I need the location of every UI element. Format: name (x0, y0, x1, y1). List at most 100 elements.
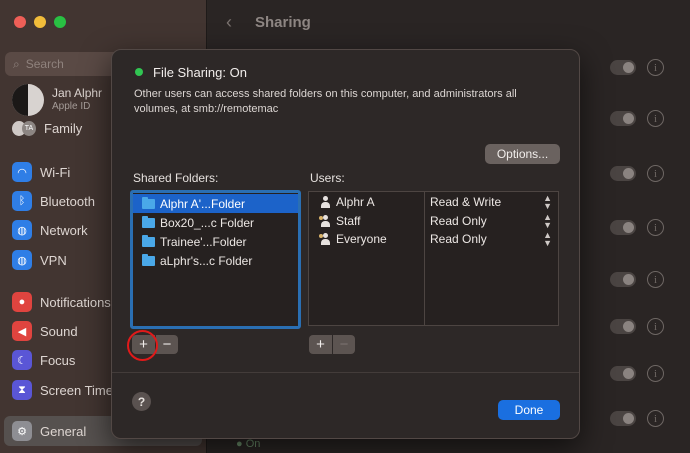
group-icon (319, 214, 332, 227)
bell-icon: ● (12, 292, 32, 312)
sidebar-item-label: Wi-Fi (40, 164, 71, 180)
folder-icon (142, 234, 155, 247)
wifi-icon: ◠ (12, 162, 32, 182)
sidebar-item-notifications[interactable]: ● Notifications (12, 292, 111, 312)
list-item[interactable]: Alphr A'...Folder (133, 194, 298, 213)
info-icon[interactable]: i (647, 410, 664, 427)
sidebar-item-label: Notifications (40, 294, 111, 310)
status-dot-icon (135, 68, 143, 76)
folder-name: Alphr A'...Folder (160, 196, 245, 211)
users-names-column: Alphr A Staff Everyone (309, 192, 425, 325)
help-button[interactable]: ? (132, 392, 151, 411)
gear-icon: ⚙ (12, 421, 32, 441)
service-toggle[interactable] (610, 411, 636, 426)
avatar (12, 84, 44, 116)
sidebar-item-label: Sound (40, 323, 78, 339)
users-label: Users: (310, 171, 345, 185)
globe-icon: ◍ (12, 220, 32, 240)
chevron-updown-icon: ▲ ▼ (543, 230, 552, 249)
sidebar-item-network[interactable]: ◍ Network (12, 220, 88, 240)
close-window-button[interactable] (14, 16, 26, 28)
search-placeholder: Search (25, 57, 64, 71)
remove-user-button[interactable]: − (332, 335, 355, 354)
folder-name: Trainee'...Folder (160, 234, 247, 249)
service-toggle[interactable] (610, 272, 636, 287)
file-sharing-dialog: File Sharing: On Other users can access … (111, 49, 580, 439)
sidebar-item-sound[interactable]: ◀ Sound (12, 321, 78, 341)
dialog-title: File Sharing: On (153, 65, 247, 80)
shared-folders-list[interactable]: Alphr A'...Folder Box20_...c Folder Trai… (130, 190, 301, 329)
sidebar-item-label: Bluetooth (40, 193, 95, 209)
folder-icon (142, 253, 155, 266)
table-row[interactable]: Everyone (319, 230, 424, 249)
done-button[interactable]: Done (498, 400, 560, 420)
chevron-updown-icon: ▲ ▼ (543, 193, 552, 212)
add-user-button[interactable]: + (309, 335, 332, 354)
sidebar-item-label: Family (44, 121, 83, 136)
info-icon[interactable]: i (647, 365, 664, 382)
info-icon[interactable]: i (647, 110, 664, 127)
permission-value: Read & Write (430, 195, 502, 210)
globe-icon: ◍ (12, 250, 32, 270)
service-toggle[interactable] (610, 60, 636, 75)
highlight-circle (127, 330, 158, 361)
permission-value: Read Only (430, 213, 487, 228)
group-icon (319, 233, 332, 246)
search-icon: ⌕ (13, 56, 20, 71)
table-row[interactable]: Staff (319, 212, 424, 231)
options-button[interactable]: Options... (485, 144, 560, 164)
moon-icon: ☾ (12, 350, 32, 370)
user-name: Staff (336, 213, 361, 228)
family-avatars: TA (12, 121, 36, 136)
users-list[interactable]: Alphr A Staff Everyone Read & Write ▲ ▼ R… (308, 191, 559, 326)
service-toggle[interactable] (610, 319, 636, 334)
sidebar-item-label: VPN (40, 252, 67, 268)
remove-folder-button[interactable]: − (155, 335, 178, 354)
list-item[interactable]: aLphr's...c Folder (133, 251, 298, 270)
sidebar-item-bluetooth[interactable]: ᛒ Bluetooth (12, 191, 95, 211)
sidebar-item-vpn[interactable]: ◍ VPN (12, 250, 67, 270)
divider (112, 372, 579, 373)
sidebar-item-wifi[interactable]: ◠ Wi-Fi (12, 162, 70, 182)
sidebar-item-screen-time[interactable]: ⧗ Screen Time (12, 380, 113, 400)
folder-icon (142, 196, 155, 209)
service-toggle[interactable] (610, 166, 636, 181)
service-toggle[interactable] (610, 220, 636, 235)
status-text: On (245, 438, 261, 450)
permission-select[interactable]: Read Only ▲ ▼ (430, 212, 558, 231)
family-initials: TA (22, 121, 36, 136)
zoom-window-button[interactable] (54, 16, 66, 28)
sidebar-account[interactable]: Jan Alphr Apple ID (12, 84, 102, 116)
account-subtitle: Apple ID (52, 101, 91, 112)
page-title: Sharing (255, 14, 311, 31)
list-item[interactable]: Trainee'...Folder (133, 232, 298, 251)
list-item[interactable]: Box20_...c Folder (133, 213, 298, 232)
user-name: Alphr A (336, 195, 375, 210)
info-icon[interactable]: i (647, 318, 664, 335)
sidebar-item-family[interactable]: TA Family (12, 121, 82, 136)
sidebar-item-focus[interactable]: ☾ Focus (12, 350, 75, 370)
permission-select[interactable]: Read & Write ▲ ▼ (430, 193, 558, 212)
users-add-remove: + − (309, 335, 355, 354)
shared-folders-label: Shared Folders: (133, 171, 219, 185)
account-name: Jan Alphr (52, 86, 103, 100)
info-icon[interactable]: i (647, 219, 664, 236)
dialog-description: Other users can access shared folders on… (134, 88, 517, 115)
back-button[interactable]: ‹ (226, 12, 232, 33)
minimize-window-button[interactable] (34, 16, 46, 28)
info-icon[interactable]: i (647, 165, 664, 182)
sidebar-item-general[interactable]: ⚙ General (12, 421, 86, 441)
permissions-column: Read & Write ▲ ▼ Read Only ▲ ▼ Read Only ▲… (426, 192, 558, 325)
bluetooth-icon: ᛒ (12, 191, 32, 211)
person-icon (319, 196, 332, 209)
folder-name: aLphr's...c Folder (160, 253, 253, 268)
permission-value: Read Only (430, 232, 487, 247)
table-row[interactable]: Alphr A (319, 193, 424, 212)
permission-select[interactable]: Read Only ▲ ▼ (430, 230, 558, 249)
folder-name: Box20_...c Folder (160, 215, 255, 230)
info-icon[interactable]: i (647, 271, 664, 288)
info-icon[interactable]: i (647, 59, 664, 76)
service-toggle[interactable] (610, 111, 636, 126)
service-toggle[interactable] (610, 366, 636, 381)
chevron-updown-icon: ▲ ▼ (543, 211, 552, 230)
